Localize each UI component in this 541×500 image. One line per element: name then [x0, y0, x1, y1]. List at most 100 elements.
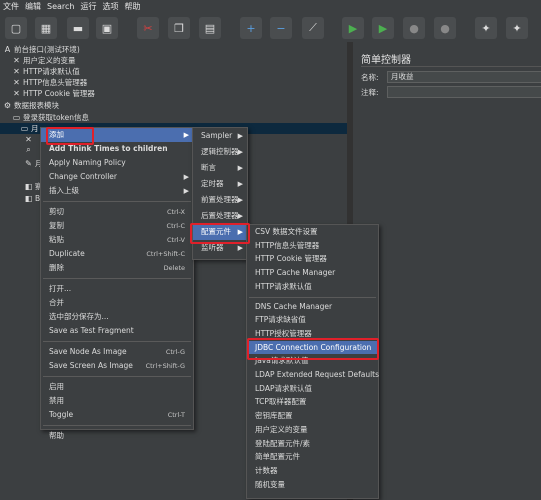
- menu-item-sampler[interactable]: Sampler ▶: [193, 128, 247, 144]
- menu-item-item[interactable]: 计数器: [247, 464, 378, 478]
- menu-item-item[interactable]: 用户定义的变量: [247, 423, 378, 437]
- menu-item-http[interactable]: HTTP请求默认值: [247, 280, 378, 294]
- tree-node-icon: ◧: [24, 182, 33, 191]
- menu-item-item[interactable]: 断言 ▶: [193, 160, 247, 176]
- menu-item-item[interactable]: 后置处理器 ▶: [193, 208, 247, 224]
- menu-item-label: 选中部分保存为...: [49, 312, 109, 321]
- menu-item-item[interactable]: 删除 Delete: [41, 261, 193, 275]
- menu-item-item[interactable]: 密钥库配置: [247, 409, 378, 423]
- menu-item-ldap[interactable]: LDAP请求默认值: [247, 382, 378, 396]
- tree-node[interactable]: A 前台接口(测试环境): [3, 44, 80, 55]
- menu-item-ftp[interactable]: FTP请求缺省值: [247, 313, 378, 327]
- paste-icon[interactable]: ▤: [199, 17, 221, 39]
- menu-1[interactable]: 编辑: [22, 1, 44, 12]
- tree-node[interactable]: ✕ HTTP信息头管理器: [12, 77, 87, 88]
- menu-item-item[interactable]: 剪切 Ctrl-X: [41, 205, 193, 219]
- tree-node-label: HTTP请求默认值: [23, 67, 80, 76]
- menu-item-apply-naming-policy[interactable]: Apply Naming Policy: [41, 156, 193, 170]
- menu-item-item[interactable]: 粘贴 Ctrl-V: [41, 233, 193, 247]
- menu-item-label: CSV 数据文件设置: [255, 227, 318, 236]
- menu-item-java[interactable]: Java请求默认值: [247, 354, 378, 368]
- menu-item-ldap-extended-request-defaults[interactable]: LDAP Extended Request Defaults: [247, 368, 379, 382]
- open-icon[interactable]: ▬: [67, 17, 89, 39]
- menu-item-item[interactable]: 配置元件 ▶: [193, 224, 247, 240]
- menu-item-item[interactable]: 启用: [41, 380, 193, 394]
- tree-node-icon: ▭: [12, 113, 21, 122]
- tree-node[interactable]: ✕ 用户定义的变量: [12, 55, 75, 66]
- menu-item-csv[interactable]: CSV 数据文件设置: [247, 225, 378, 239]
- menu-item-label: 登陆配置元件/素: [255, 438, 311, 448]
- menu-item-http[interactable]: HTTP授权管理器: [247, 327, 378, 341]
- menu-item-item[interactable]: 合并: [41, 296, 193, 310]
- submenu-arrow-icon: ▶: [237, 180, 243, 188]
- menu-item-label: 计数器: [255, 465, 278, 475]
- menu-item-item[interactable]: 定时器 ▶: [193, 176, 247, 192]
- menu-item-http[interactable]: HTTP信息头管理器: [247, 239, 378, 253]
- menu-item-item[interactable]: 逻辑控制器 ▶: [193, 144, 247, 160]
- toggle-icon[interactable]: ⟋: [302, 17, 324, 39]
- comment-field[interactable]: [387, 86, 541, 98]
- start-no-pause-icon[interactable]: ▶: [372, 17, 394, 39]
- menu-item-item[interactable]: 帮助: [41, 429, 193, 443]
- copy-icon[interactable]: ❐: [168, 17, 190, 39]
- cut-icon[interactable]: ✂: [137, 17, 159, 39]
- menu-item-save-as-test-fragment[interactable]: Save as Test Fragment: [41, 324, 193, 338]
- collapse-icon[interactable]: −: [270, 17, 292, 39]
- menu-item-label: 合并: [49, 298, 64, 307]
- menu-item-label: Toggle: [49, 410, 74, 419]
- menu-item-item[interactable]: 选中部分保存为...: [41, 310, 193, 324]
- menu-item-save-node-as-image[interactable]: Save Node As Image Ctrl-G: [41, 345, 193, 359]
- start-icon[interactable]: ▶: [342, 17, 364, 39]
- templates-icon[interactable]: ▦: [35, 17, 57, 39]
- save-icon[interactable]: ▣: [96, 17, 118, 39]
- expand-icon[interactable]: +: [240, 17, 262, 39]
- menu-item-add-think-times-to-children[interactable]: Add Think Times to children: [41, 142, 193, 156]
- menu-item-http-cache-manager[interactable]: HTTP Cache Manager: [247, 266, 378, 280]
- menu-item-item[interactable]: 插入上级 ▶: [41, 184, 193, 198]
- menu-separator: [43, 278, 191, 279]
- menu-item-item[interactable]: 复制 Ctrl-C: [41, 219, 193, 233]
- tree-node[interactable]: ▭ 登录获取token信息: [12, 112, 89, 123]
- menu-item-item[interactable]: 监听器 ▶: [193, 240, 247, 256]
- menu-item-item[interactable]: 简单配置元件: [247, 450, 378, 464]
- clear-icon[interactable]: ✦: [475, 17, 497, 39]
- menu-item-dns-cache-manager[interactable]: DNS Cache Manager: [247, 300, 378, 314]
- stop-icon[interactable]: ●: [403, 17, 425, 39]
- menu-item-change-controller[interactable]: Change Controller ▶: [41, 170, 193, 184]
- menu-item-item[interactable]: 前置处理器 ▶: [193, 192, 247, 208]
- menu-item-label: 断言: [201, 163, 216, 172]
- tree-node[interactable]: ⌕: [24, 144, 35, 155]
- menu-3[interactable]: 运行: [77, 1, 99, 12]
- tree-node[interactable]: ⚙ 数据报表模块: [3, 100, 59, 111]
- shutdown-icon[interactable]: ●: [434, 17, 456, 39]
- tree-node[interactable]: ✕ HTTP Cookie 管理器: [12, 88, 95, 99]
- panel-title: 简单控制器: [361, 55, 411, 66]
- menu-item-item[interactable]: 打开...: [41, 282, 193, 296]
- tree-node-icon: ▭: [20, 124, 29, 133]
- new-icon[interactable]: ▢: [5, 17, 27, 39]
- menu-4[interactable]: 选项: [99, 1, 121, 12]
- menu-item-label: 打开...: [49, 284, 72, 293]
- menu-5[interactable]: 帮助: [121, 1, 143, 12]
- menu-item-http-cookie[interactable]: HTTP Cookie 管理器: [247, 252, 378, 266]
- menu-2[interactable]: Search: [44, 2, 77, 11]
- name-field[interactable]: 月收益: [387, 71, 541, 83]
- tree-node[interactable]: ✕ HTTP请求默认值: [12, 66, 80, 77]
- menu-item-label: Save Node As Image: [49, 347, 127, 356]
- menu-item-item[interactable]: 登陆配置元件/素: [247, 437, 378, 451]
- menu-item-save-screen-as-image[interactable]: Save Screen As Image Ctrl+Shift-G: [41, 359, 193, 373]
- shortcut-hint: Ctrl+Shift-C: [146, 250, 185, 258]
- menu-item-item[interactable]: 禁用: [41, 394, 193, 408]
- name-label: 名称:: [361, 73, 379, 82]
- menu-item-item[interactable]: 随机变量: [247, 478, 378, 492]
- submenu-arrow-icon: ▶: [237, 148, 243, 156]
- menu-item-tcp[interactable]: TCP取样器配置: [247, 395, 378, 409]
- menu-item-jdbc-connection-configuration[interactable]: JDBC Connection Configuration: [247, 340, 378, 355]
- menu-item-duplicate[interactable]: Duplicate Ctrl+Shift-C: [41, 247, 193, 261]
- clear-all-icon[interactable]: ✦: [506, 17, 528, 39]
- menu-item-toggle[interactable]: Toggle Ctrl-T: [41, 408, 193, 422]
- context-menu: 添加 ▶ Add Think Times to children Apply Nami…: [40, 127, 194, 440]
- menu-item-item[interactable]: 添加 ▶: [41, 128, 193, 142]
- tree-node-icon: ✕: [13, 89, 20, 98]
- menu-0[interactable]: 文件: [0, 1, 22, 12]
